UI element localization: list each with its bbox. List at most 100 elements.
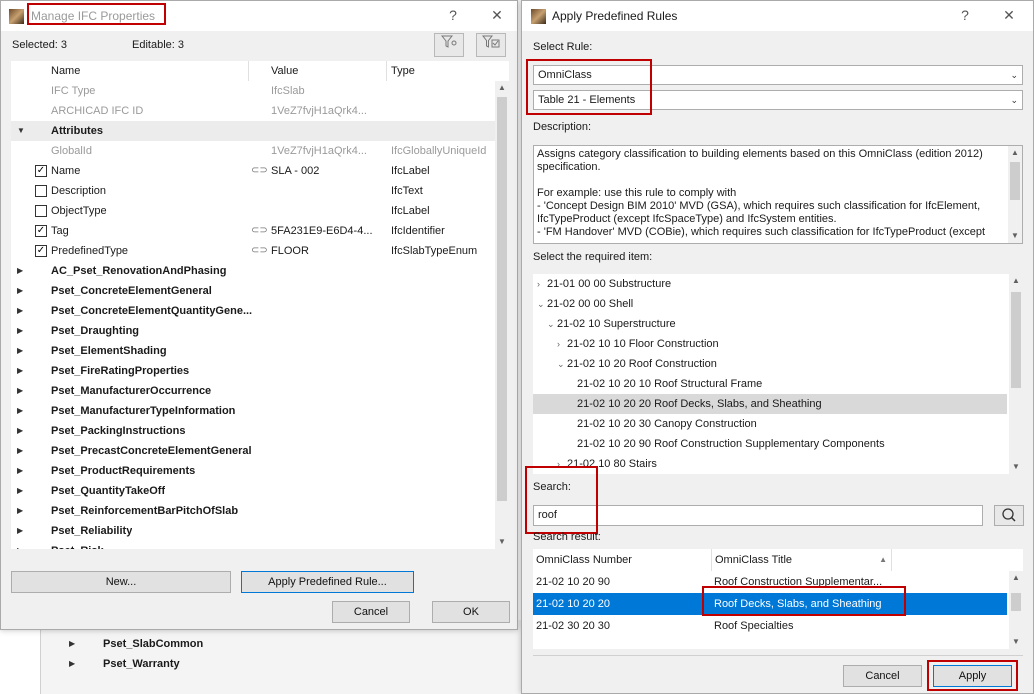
attribute-row-objecttype[interactable]: ObjectType IfcLabel (11, 201, 495, 221)
objecttype-checkbox[interactable] (35, 205, 47, 217)
search-button[interactable] (994, 505, 1024, 526)
vertical-scrollbar[interactable]: ▲ ▼ (495, 81, 509, 549)
column-header-value[interactable]: Value (267, 61, 387, 81)
tree-item[interactable]: 21-02 10 20 30 Canopy Construction (533, 414, 1007, 434)
scroll-down-icon[interactable]: ▼ (1008, 229, 1022, 243)
scroll-up-icon[interactable]: ▲ (495, 81, 509, 95)
expand-arrow-icon[interactable]: ▶ (17, 341, 23, 361)
ok-button[interactable]: OK (432, 601, 510, 623)
predefinedtype-checkbox[interactable]: ✓ (35, 245, 47, 257)
filter-checked-button[interactable] (476, 33, 506, 57)
chevron-down-icon[interactable]: ⌄ (537, 294, 545, 314)
attribute-row-name[interactable]: ✓ Name ⊂⊃ SLA - 002 IfcLabel (11, 161, 495, 181)
expand-arrow-icon[interactable]: ▶ (17, 321, 23, 341)
close-button[interactable]: ✕ (486, 5, 508, 25)
attribute-row-predefinedtype[interactable]: ✓ PredefinedType ⊂⊃ FLOOR IfcSlabTypeEnu… (11, 241, 495, 261)
scroll-up-icon[interactable]: ▲ (1009, 571, 1023, 585)
column-header-title[interactable]: OmniClass Title ▲ (712, 549, 892, 571)
apply-button[interactable]: Apply (933, 665, 1012, 687)
column-header-number[interactable]: OmniClass Number (533, 549, 712, 571)
expand-arrow-icon[interactable]: ▶ (17, 401, 23, 421)
scrollbar-thumb[interactable] (1011, 292, 1021, 388)
prop-value[interactable]: 5FA231E9-E6D4-4... (271, 221, 387, 241)
help-button[interactable]: ? (442, 5, 464, 25)
tree-item[interactable]: › 21-01 00 00 Substructure (533, 274, 1007, 294)
pset-row[interactable]: ▶ Pset_ProductRequirements (11, 461, 495, 481)
result-row[interactable]: 21-02 10 20 20 Roof Decks, Slabs, and She… (533, 593, 1007, 615)
expand-arrow-icon[interactable]: ▶ (69, 654, 75, 674)
pset-row[interactable]: ▶ Pset_ElementShading (11, 341, 495, 361)
tree-scrollbar[interactable]: ▲ ▼ (1009, 274, 1023, 474)
expand-arrow-icon[interactable]: ▶ (17, 281, 23, 301)
pset-row[interactable]: ▶ Pset_ConcreteElementGeneral (11, 281, 495, 301)
expand-arrow-icon[interactable]: ▶ (17, 461, 23, 481)
scrollbar-thumb[interactable] (1010, 162, 1020, 200)
tree-item[interactable]: › 21-02 10 10 Floor Construction (533, 334, 1007, 354)
chevron-right-icon[interactable]: › (557, 334, 560, 354)
expand-arrow-icon[interactable]: ▶ (17, 501, 23, 521)
new-button[interactable]: New... (11, 571, 231, 593)
pset-row[interactable]: ▶ Pset_Reliability (11, 521, 495, 541)
attributes-group-row[interactable]: ▼ Attributes (11, 121, 495, 141)
tree-item[interactable]: › 21-02 10 80 Stairs (533, 454, 1007, 474)
expand-arrow-icon[interactable]: ▶ (17, 261, 23, 281)
prop-value[interactable]: SLA - 002 (271, 161, 319, 181)
pset-row[interactable]: ▶ Pset_Draughting (11, 321, 495, 341)
expand-arrow-icon[interactable]: ▶ (17, 541, 23, 549)
results-scrollbar[interactable]: ▲ ▼ (1009, 571, 1023, 649)
tree-item[interactable]: ⌄ 21-02 10 20 Roof Construction (533, 354, 1007, 374)
pset-row[interactable]: ▶ Pset_ReinforcementBarPitchOfSlab (11, 501, 495, 521)
attribute-row-description[interactable]: Description IfcText (11, 181, 495, 201)
column-header-name[interactable]: Name (47, 61, 249, 81)
scroll-down-icon[interactable]: ▼ (1009, 460, 1023, 474)
tree-item[interactable]: ⌄ 21-02 00 00 Shell (533, 294, 1007, 314)
scroll-up-icon[interactable]: ▲ (1009, 274, 1023, 288)
cancel-button[interactable]: Cancel (332, 601, 410, 623)
result-row[interactable]: 21-02 10 20 90 Roof Construction Suppleme… (533, 571, 1007, 593)
expand-arrow-icon[interactable]: ▶ (17, 421, 23, 441)
tag-checkbox[interactable]: ✓ (35, 225, 47, 237)
expand-arrow-icon[interactable]: ▶ (17, 361, 23, 381)
close-button[interactable]: ✕ (998, 5, 1020, 25)
description-scrollbar[interactable]: ▲ ▼ (1008, 146, 1022, 243)
description-box[interactable]: Assigns category classification to build… (533, 145, 1023, 244)
search-input[interactable]: roof (533, 505, 983, 526)
scroll-down-icon[interactable]: ▼ (1009, 635, 1023, 649)
expand-arrow-icon[interactable]: ▶ (17, 481, 23, 501)
tree-item[interactable]: ⌄ 21-02 10 Superstructure (533, 314, 1007, 334)
tree-item[interactable]: 21-02 10 20 10 Roof Structural Frame (533, 374, 1007, 394)
cancel-button[interactable]: Cancel (843, 665, 922, 687)
expand-arrow-icon[interactable]: ▶ (17, 441, 23, 461)
expand-arrow-icon[interactable]: ▶ (17, 301, 23, 321)
expand-arrow-icon[interactable]: ▶ (17, 521, 23, 541)
chevron-down-icon[interactable]: ⌄ (547, 314, 555, 334)
scrollbar-thumb[interactable] (1011, 593, 1021, 611)
column-header-type[interactable]: Type (387, 61, 495, 81)
help-button[interactable]: ? (954, 5, 976, 25)
pset-row[interactable]: ▶ Pset_ConcreteElementQuantityGene... (11, 301, 495, 321)
scrollbar-thumb[interactable] (497, 97, 507, 501)
name-checkbox[interactable]: ✓ (35, 165, 47, 177)
filter-settings-button[interactable] (434, 33, 464, 57)
expand-arrow-icon[interactable]: ▶ (69, 634, 75, 654)
pset-row[interactable]: ▶ Pset_PackingInstructions (11, 421, 495, 441)
chevron-right-icon[interactable]: › (557, 454, 560, 474)
prop-value[interactable]: FLOOR (271, 241, 309, 261)
chevron-right-icon[interactable]: › (537, 274, 540, 294)
apply-predefined-rule-button[interactable]: Apply Predefined Rule... (241, 571, 414, 593)
description-checkbox[interactable] (35, 185, 47, 197)
pset-row[interactable]: ▶ Pset_Risk (11, 541, 495, 549)
collapse-arrow-icon[interactable]: ▼ (17, 121, 25, 141)
scroll-up-icon[interactable]: ▲ (1008, 146, 1022, 160)
pset-row[interactable]: ▶ Pset_FireRatingProperties (11, 361, 495, 381)
pset-row[interactable]: ▶ Pset_ManufacturerTypeInformation (11, 401, 495, 421)
pset-row[interactable]: ▶ AC_Pset_RenovationAndPhasing (11, 261, 495, 281)
result-row[interactable]: 21-02 30 20 30 Roof Specialties (533, 615, 1007, 637)
rule-dropdown[interactable]: OmniClass ⌄ (533, 65, 1023, 85)
chevron-down-icon[interactable]: ⌄ (557, 354, 565, 374)
pset-row[interactable]: ▶ Pset_QuantityTakeOff (11, 481, 495, 501)
tree-item[interactable]: 21-02 10 20 90 Roof Construction Supplem… (533, 434, 1007, 454)
expand-arrow-icon[interactable]: ▶ (17, 381, 23, 401)
scroll-down-icon[interactable]: ▼ (495, 535, 509, 549)
tree-item[interactable]: 21-02 10 20 20 Roof Decks, Slabs, and Sh… (533, 394, 1007, 414)
